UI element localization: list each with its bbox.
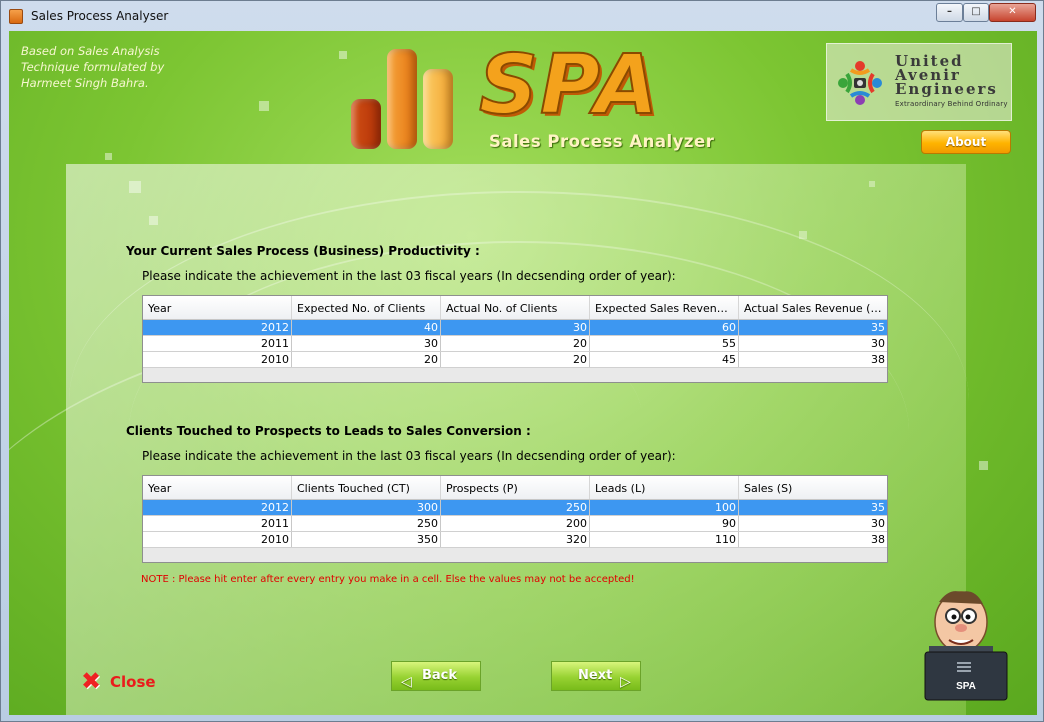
next-label: Next — [578, 668, 613, 683]
table-cell[interactable]: 2012 — [143, 500, 292, 515]
table-cell[interactable]: 200 — [441, 516, 590, 531]
decor-square — [339, 51, 347, 59]
company-logo: United Avenir Engineers Extraordinary Be… — [826, 43, 1012, 121]
table-row[interactable]: 2010 350 320 110 38 — [143, 532, 887, 548]
column-header[interactable]: Clients Touched (CT) — [292, 476, 441, 499]
table-cell[interactable]: 30 — [739, 516, 887, 531]
maximize-button[interactable]: □ — [963, 3, 989, 22]
table-header: Year Clients Touched (CT) Prospects (P) … — [143, 476, 887, 500]
table-cell[interactable]: 60 — [590, 320, 739, 335]
table-cell[interactable]: 2010 — [143, 352, 292, 367]
company-name: United Avenir Engineers — [895, 52, 998, 98]
close-button[interactable]: ✖ Close — [81, 669, 161, 695]
table-cell[interactable]: 90 — [590, 516, 739, 531]
table-header: Year Expected No. of Clients Actual No. … — [143, 296, 887, 320]
column-header[interactable]: Actual Sales Revenue (Cr) — [739, 296, 887, 319]
arrow-right-icon: ▷ — [620, 674, 631, 690]
spa-bars-logo — [349, 45, 459, 149]
about-button[interactable]: About — [921, 130, 1011, 154]
window-title: Sales Process Analyser — [31, 9, 169, 23]
table-cell[interactable]: 35 — [739, 320, 887, 335]
table-row[interactable]: 2011 30 20 55 30 — [143, 336, 887, 352]
red-x-icon: ✖ — [81, 667, 102, 695]
note-text: NOTE : Please hit enter after every entr… — [141, 574, 635, 585]
logo-bar — [423, 69, 453, 149]
table-cell[interactable]: 30 — [739, 336, 887, 351]
table-cell[interactable]: 2011 — [143, 336, 292, 351]
table-row[interactable]: 2011 250 200 90 30 — [143, 516, 887, 532]
decor-square — [979, 461, 988, 470]
client-area: Based on Sales Analysis Technique formul… — [9, 31, 1037, 715]
app-window: Sales Process Analyser – □ ✕ Based on Sa… — [0, 0, 1044, 722]
table-cell[interactable]: 30 — [441, 320, 590, 335]
logo-bar — [387, 49, 417, 149]
next-button[interactable]: Next ▷ — [551, 661, 641, 691]
back-button[interactable]: ◁ Back — [391, 661, 481, 691]
table-cell[interactable]: 2011 — [143, 516, 292, 531]
table-cell[interactable]: 2010 — [143, 532, 292, 547]
column-header[interactable]: Year — [143, 476, 292, 499]
table-cell[interactable]: 110 — [590, 532, 739, 547]
title-bar[interactable]: Sales Process Analyser – □ ✕ — [1, 1, 1043, 31]
column-header[interactable]: Year — [143, 296, 292, 319]
close-label: Close — [110, 673, 156, 691]
company-tagline: Extraordinary Behind Ordinary — [895, 100, 1008, 108]
credit-text: Based on Sales Analysis Technique formul… — [21, 44, 165, 90]
spa-logo-text: SPA — [478, 38, 661, 133]
decor-square — [105, 153, 112, 160]
table-row[interactable]: 2012 40 30 60 35 — [143, 320, 887, 336]
table-cell[interactable]: 35 — [739, 500, 887, 515]
column-header[interactable]: Expected No. of Clients — [292, 296, 441, 319]
window-close-button[interactable]: ✕ — [989, 3, 1036, 22]
table-cell[interactable]: 38 — [739, 532, 887, 547]
column-header[interactable]: Leads (L) — [590, 476, 739, 499]
decor-square — [259, 101, 269, 111]
table-cell[interactable]: 320 — [441, 532, 590, 547]
spa-logo-subtitle: Sales Process Analyzer — [489, 132, 715, 151]
table-row[interactable]: 2010 20 20 45 38 — [143, 352, 887, 368]
back-label: Back — [422, 668, 458, 683]
column-header[interactable]: Expected Sales Revenue (... — [590, 296, 739, 319]
mascot-label: SPA — [956, 681, 976, 692]
table-cell[interactable]: 300 — [292, 500, 441, 515]
logo-bar — [351, 99, 381, 149]
conversion-table[interactable]: Year Clients Touched (CT) Prospects (P) … — [142, 475, 888, 563]
table-cell[interactable]: 30 — [292, 336, 441, 351]
table-cell[interactable]: 100 — [590, 500, 739, 515]
productivity-table[interactable]: Year Expected No. of Clients Actual No. … — [142, 295, 888, 383]
table-cell[interactable]: 20 — [441, 336, 590, 351]
minimize-button[interactable]: – — [936, 3, 963, 22]
table-empty-area — [143, 548, 887, 562]
java-app-icon — [9, 9, 23, 24]
column-header[interactable]: Actual No. of Clients — [441, 296, 590, 319]
table-cell[interactable]: 250 — [441, 500, 590, 515]
table-cell[interactable]: 350 — [292, 532, 441, 547]
conversion-subtitle: Please indicate the achievement in the l… — [142, 449, 676, 463]
table-row[interactable]: 2012 300 250 100 35 — [143, 500, 887, 516]
mascot-laptop-illustration: SPA — [924, 591, 1008, 701]
table-empty-area — [143, 368, 887, 382]
table-cell[interactable]: 45 — [590, 352, 739, 367]
column-header[interactable]: Sales (S) — [739, 476, 887, 499]
column-header[interactable]: Prospects (P) — [441, 476, 590, 499]
table-cell[interactable]: 40 — [292, 320, 441, 335]
arrow-left-icon: ◁ — [401, 674, 412, 690]
table-cell[interactable]: 38 — [739, 352, 887, 367]
table-cell[interactable]: 250 — [292, 516, 441, 531]
people-circle-icon — [838, 61, 882, 105]
conversion-title: Clients Touched to Prospects to Leads to… — [126, 424, 531, 438]
table-cell[interactable]: 2012 — [143, 320, 292, 335]
table-cell[interactable]: 20 — [292, 352, 441, 367]
table-cell[interactable]: 20 — [441, 352, 590, 367]
productivity-subtitle: Please indicate the achievement in the l… — [142, 269, 676, 283]
table-cell[interactable]: 55 — [590, 336, 739, 351]
productivity-title: Your Current Sales Process (Business) Pr… — [126, 244, 480, 258]
